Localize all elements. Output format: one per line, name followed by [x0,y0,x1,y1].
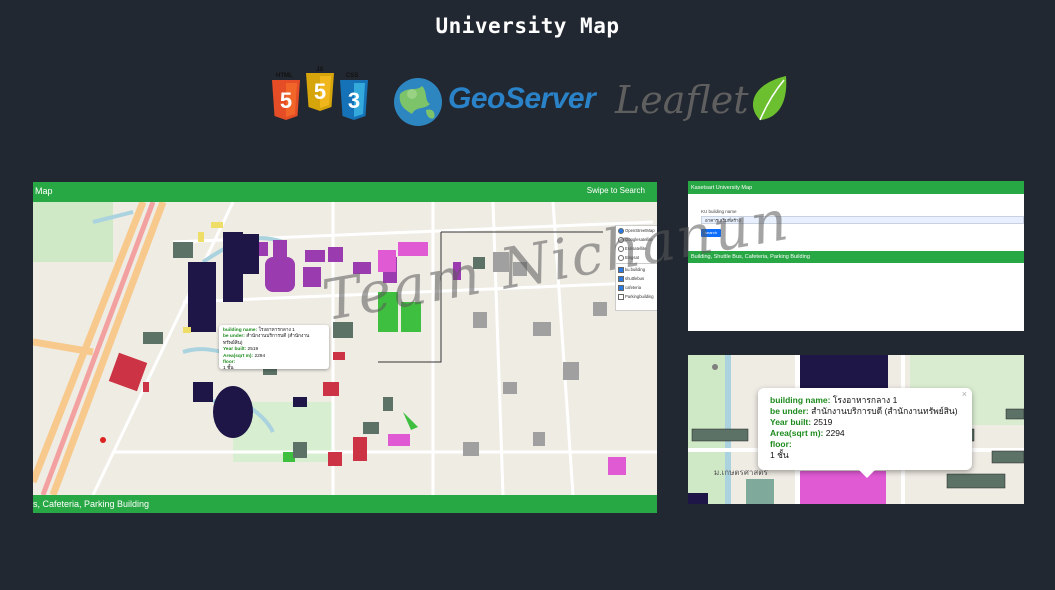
layer-option-bingsat[interactable]: Bingsat [616,253,657,262]
layer-divider [616,263,657,264]
map-tiles[interactable] [33,202,657,495]
layer-option-googlesatellite[interactable]: Googlesatellite [616,235,657,244]
radio-icon[interactable] [618,227,624,234]
search-panel: Kasetsart University Map KU building nam… [688,181,1024,331]
building-popup-large: × building name: โรงอาหารกลาง 1 be under… [758,388,972,470]
building-name-input[interactable]: อาคารเสริมที่สร้าง [701,216,1024,224]
search-panel-header: Kasetsart University Map [688,181,1024,194]
geoserver-globe-icon [394,78,442,126]
popup-tip [858,469,876,478]
footer-layer-list: s, Cafeteria, Parking Building [33,499,150,509]
layer-option-esrisatellite[interactable]: Esrisatellite [616,244,657,253]
svg-text:5: 5 [280,88,292,113]
radio-icon[interactable] [618,254,624,261]
leaflet-logo-text: Leaflet [615,78,749,122]
svg-text:HTML: HTML [276,73,293,79]
svg-text:5: 5 [314,79,326,104]
building-name-label: KU building name [701,209,737,214]
radio-icon[interactable] [618,236,624,243]
zoomed-map-panel[interactable]: ม.เกษตรศาสตร์ × building name: โรงอาหารก… [688,355,1024,504]
checkbox-icon[interactable] [618,266,624,273]
css3-logo-icon: CSS 3 [340,73,368,120]
search-button[interactable]: search [701,229,721,237]
main-map-footer: s, Cafeteria, Parking Building [33,495,657,513]
campus-map[interactable]: OpenStreetMap Googlesatellite Esrisatell… [33,202,657,495]
svg-text:CSS: CSS [346,73,358,79]
layer-option-ku-building[interactable]: ku.building [616,265,657,274]
checkbox-icon[interactable] [618,284,624,291]
close-icon[interactable]: × [962,389,967,400]
js-logo-icon: JS 5 [306,67,334,111]
building-popup-small: building name: โรงอาหารกลาง 1 be under: … [219,325,329,371]
svg-text:JS: JS [316,67,323,73]
layer-option-shuttlebus[interactable]: shuttlebus [616,274,657,283]
layers-section-header: Building, Shuttle Bus, Cafeteria, Parkin… [688,251,1024,263]
leaflet-leaf-icon [752,76,787,121]
checkbox-icon[interactable] [618,275,624,282]
layer-option-cafeteria[interactable]: cafeteria [616,283,657,292]
checkbox-icon[interactable] [618,293,624,300]
map-title: Map [35,186,53,196]
main-map-panel: Map Swipe to Search OpenStreetMap Google… [33,182,657,513]
radio-icon[interactable] [618,245,624,252]
layer-control[interactable]: OpenStreetMap Googlesatellite Esrisatell… [615,225,657,311]
html5-logo-icon: HTML 5 [272,73,300,120]
geoserver-logo-text: GeoServer [448,82,596,115]
svg-text:3: 3 [348,88,360,113]
layer-option-openstreetmap[interactable]: OpenStreetMap [616,226,657,235]
layer-option-parkingbuilding[interactable]: Parkingbuilding [616,292,657,301]
main-map-header: Map Swipe to Search [33,182,657,202]
page-title: University Map [435,14,620,38]
swipe-to-search-link[interactable]: Swipe to Search [587,186,645,195]
